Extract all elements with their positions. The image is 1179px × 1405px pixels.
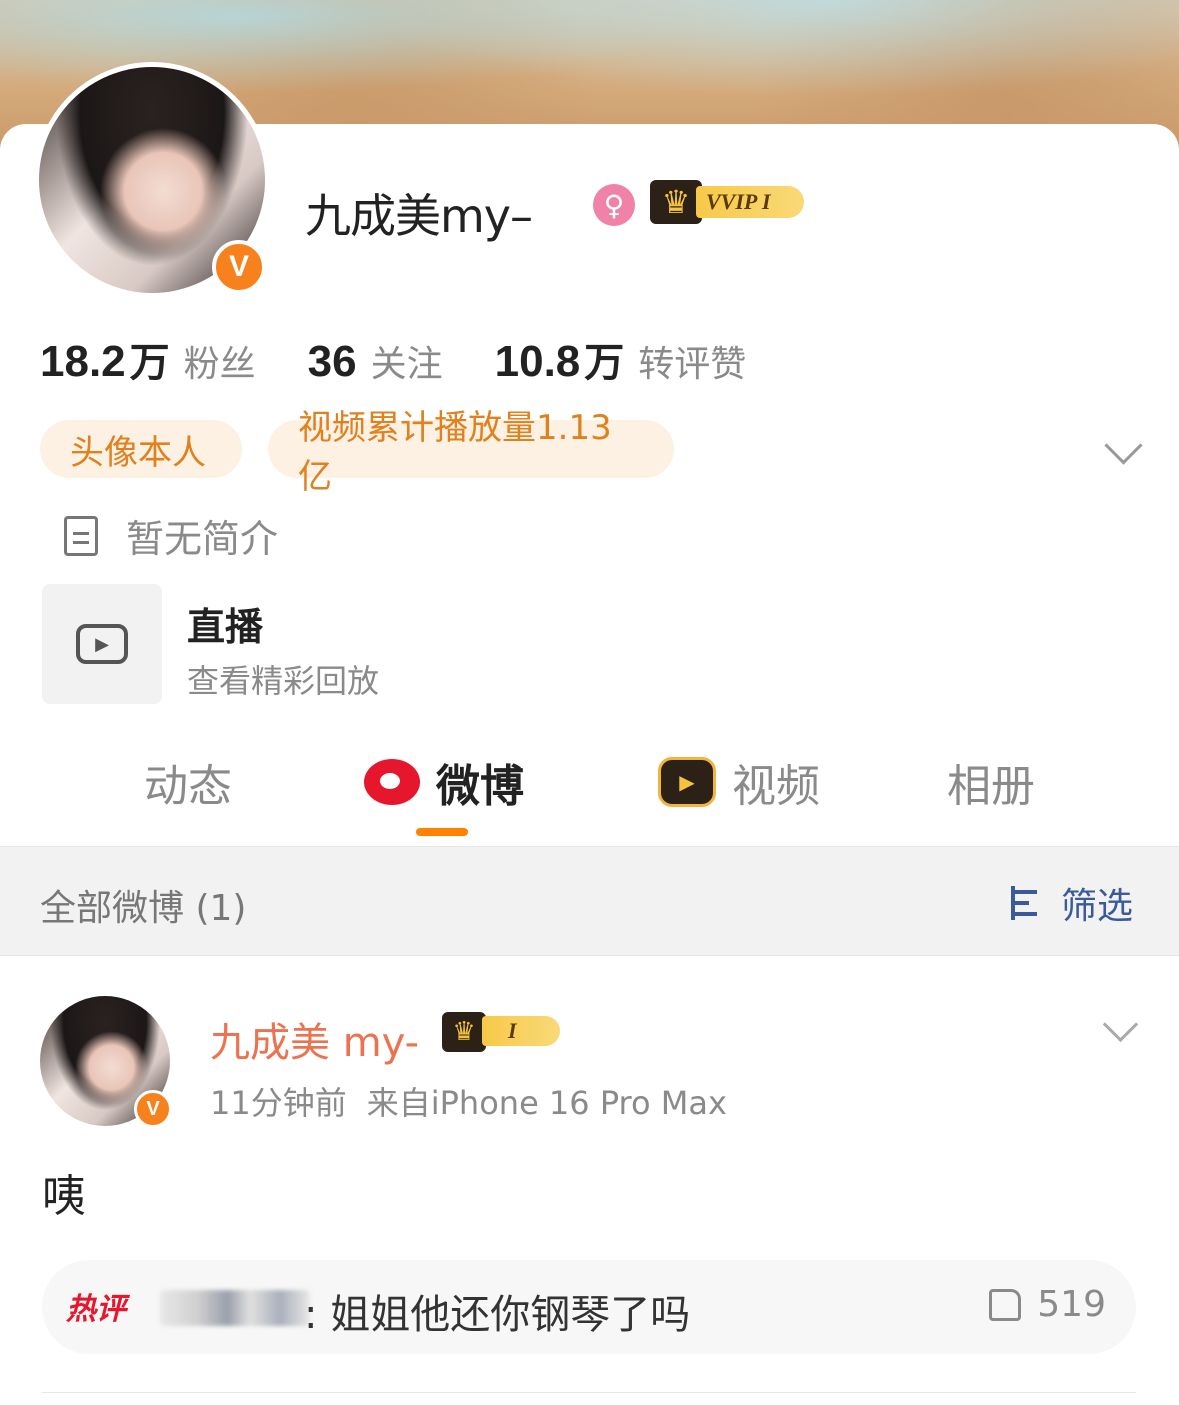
tab-album[interactable]: 相册 <box>947 750 1035 814</box>
thumbs-up-icon <box>989 1288 1022 1321</box>
filter-sort-icon <box>1010 886 1051 920</box>
post-author-name[interactable]: 九成美 my- <box>210 1010 419 1068</box>
stat-unit: 万 <box>129 340 170 386</box>
filter-button[interactable]: 筛选 <box>1010 877 1133 929</box>
like-button[interactable]: 519 <box>989 1284 1106 1325</box>
post-text: 咦 <box>42 1171 86 1222</box>
verified-badge-icon: V <box>212 240 266 294</box>
bio-text: 暂无简介 <box>126 517 279 561</box>
live-title[interactable]: 直播 <box>187 596 263 651</box>
tab-weibo[interactable]: 微博 <box>364 750 524 814</box>
tv-play-icon: ▶ <box>76 624 128 664</box>
profile-username: 九成美my– <box>305 189 533 243</box>
weibo-logo-icon <box>364 759 420 805</box>
stat-label: 关注 <box>370 344 443 385</box>
stat-interactions[interactable]: 10.8 万 转评赞 <box>495 330 747 388</box>
tab-label: 相册 <box>947 761 1035 812</box>
divider <box>42 1392 1136 1393</box>
tab-video[interactable]: ▶ 视频 <box>658 750 820 814</box>
stat-following[interactable]: 36 关注 <box>308 335 443 387</box>
post-vip-badge[interactable]: ♛ I <box>442 1012 562 1052</box>
crown-icon: ♛ <box>442 1012 486 1052</box>
profile-avatar[interactable]: V <box>34 62 270 298</box>
post-author-avatar[interactable]: V <box>40 996 172 1128</box>
crown-icon: ♛ <box>650 180 702 224</box>
stat-number: 18.2 <box>40 337 126 386</box>
stat-label: 粉丝 <box>183 344 256 385</box>
verified-badge-icon: V <box>134 1090 172 1128</box>
live-entry-icon-box[interactable]: ▶ <box>42 584 162 704</box>
stat-unit: 万 <box>584 340 625 386</box>
tab-label: 动态 <box>144 761 232 812</box>
like-count: 519 <box>1037 1284 1106 1325</box>
tab-label: 微博 <box>436 761 524 812</box>
blurred-commenter-name <box>160 1290 310 1326</box>
post-meta: 11分钟前 来自iPhone 16 Pro Max <box>210 1078 727 1124</box>
vip-level-label: VVIP I <box>696 186 804 218</box>
active-tab-indicator <box>416 828 468 836</box>
stat-followers[interactable]: 18.2 万 粉丝 <box>40 330 256 388</box>
tab-label: 视频 <box>732 761 820 812</box>
stat-label: 转评赞 <box>638 344 747 385</box>
filter-label: 筛选 <box>1060 886 1133 927</box>
tag-video-plays[interactable]: 视频累计播放量1.13亿 <box>268 408 674 497</box>
tab-dynamic[interactable]: 动态 <box>144 750 232 814</box>
profile-stats: 18.2 万 粉丝 36 关注 10.8 万 转评赞 <box>40 330 798 388</box>
document-icon <box>64 515 98 556</box>
female-icon: ♀ <box>593 184 635 226</box>
stat-number: 36 <box>307 337 357 386</box>
filter-bar: 全部微博 (1) 筛选 <box>0 846 1179 956</box>
bio-row[interactable]: 暂无简介 <box>64 508 278 563</box>
hot-comment-text: : 姐姐他还你钢琴了吗 <box>304 1292 691 1338</box>
stat-number: 10.8 <box>494 337 581 386</box>
live-subtitle[interactable]: 查看精彩回放 <box>187 656 379 702</box>
vip-level-label: I <box>482 1016 560 1046</box>
tag-avatar-verified[interactable]: 头像本人 <box>40 420 242 478</box>
profile-tabs: 动态 微博 ▶ 视频 相册 <box>0 750 1179 840</box>
post-source: 来自iPhone 16 Pro Max <box>366 1084 727 1122</box>
all-posts-title: 全部微博 (1) <box>40 888 247 929</box>
post-time: 11分钟前 <box>210 1084 347 1122</box>
vip-badge[interactable]: ♛ VVIP I <box>650 180 810 224</box>
hot-comment-label: 热评 <box>66 1292 126 1327</box>
hot-comment[interactable]: 热评 : 姐姐他还你钢琴了吗 519 <box>42 1260 1136 1354</box>
video-play-icon: ▶ <box>658 757 716 807</box>
